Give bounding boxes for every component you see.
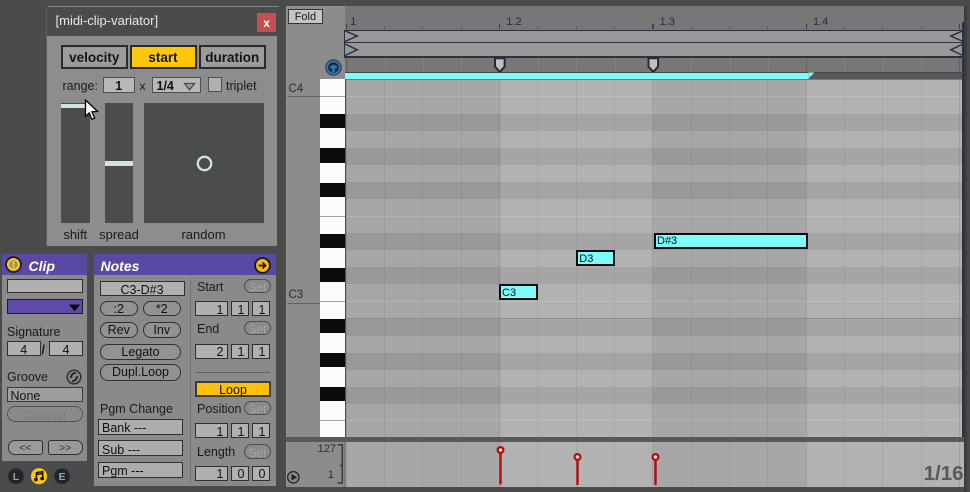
svg-text:E: E xyxy=(58,471,65,483)
svg-text:L: L xyxy=(13,471,20,483)
